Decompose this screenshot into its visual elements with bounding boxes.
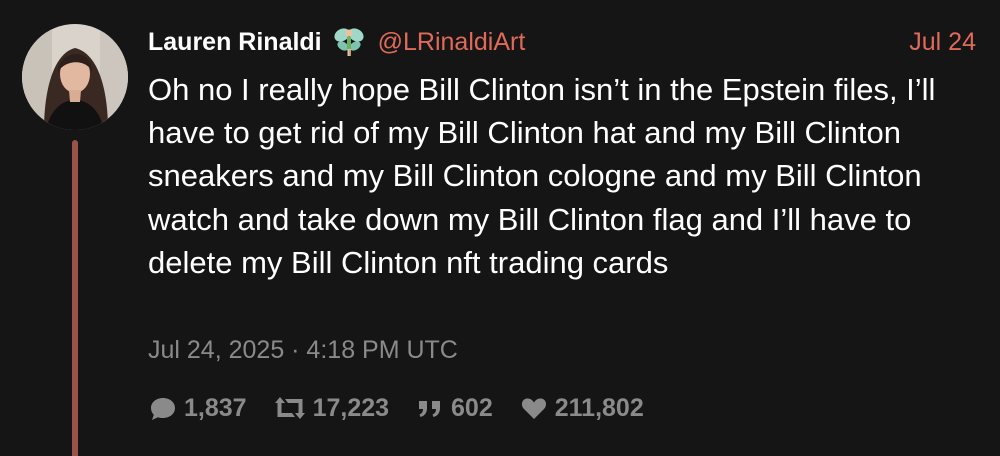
tweet-text: Oh no I really hope Bill Clinton isn’t i… xyxy=(148,72,936,280)
tweet-stats: 1,837 17,223 602 211,802 xyxy=(148,388,670,428)
tweet: Lauren Rinaldi @LRinaldiArt Jul 24 Oh no… xyxy=(0,0,1000,456)
like-count: 211,802 xyxy=(554,393,644,422)
like-stat[interactable]: 211,802 xyxy=(519,393,644,423)
thread-line xyxy=(72,140,78,456)
comment-count: 1,837 xyxy=(184,393,247,422)
avatar-image xyxy=(22,24,128,130)
retweet-stat[interactable]: 17,223 xyxy=(273,393,389,423)
heart-icon xyxy=(521,398,546,419)
quote-icon xyxy=(419,401,441,417)
tweet-date-short[interactable]: Jul 24 xyxy=(909,28,976,57)
fairy-icon xyxy=(332,25,366,59)
comment-stat[interactable]: 1,837 xyxy=(148,393,247,423)
retweet-count: 17,223 xyxy=(312,393,390,422)
comment-icon xyxy=(151,398,175,420)
author-handle[interactable]: @LRinaldiArt xyxy=(378,28,526,57)
retweet-icon xyxy=(274,397,305,419)
tweet-timestamp[interactable]: Jul 24, 2025 · 4:18 PM UTC xyxy=(148,336,458,365)
tweet-header: Lauren Rinaldi @LRinaldiArt Jul 24 xyxy=(148,22,976,62)
quote-stat[interactable]: 602 xyxy=(415,393,493,423)
quote-count: 602 xyxy=(451,393,493,422)
avatar[interactable] xyxy=(22,24,128,130)
author-name[interactable]: Lauren Rinaldi xyxy=(148,28,322,57)
